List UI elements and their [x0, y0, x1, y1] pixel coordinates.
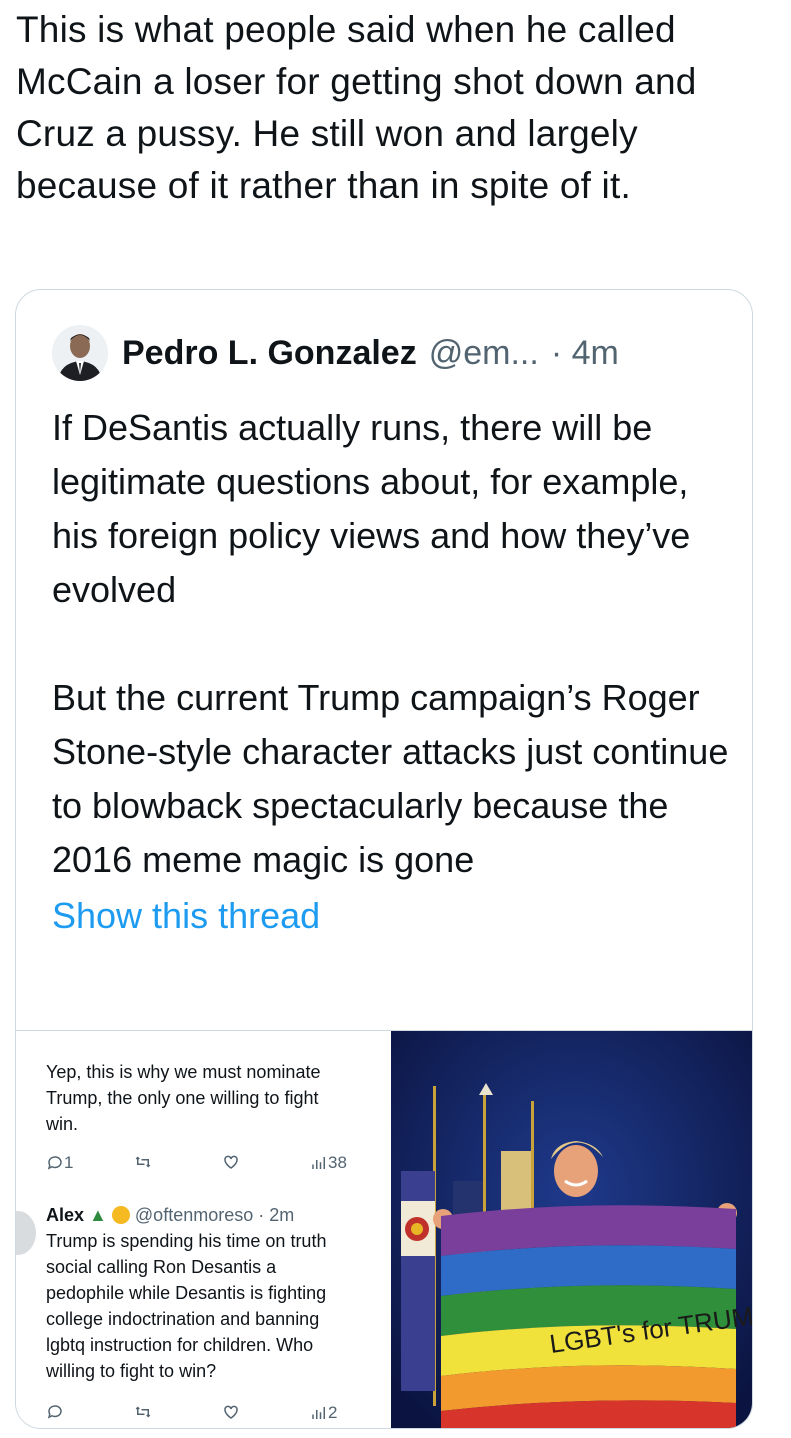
views-action: 38 [310, 1153, 347, 1173]
retweet-action [134, 1403, 152, 1421]
reply-action: 1 [46, 1153, 73, 1173]
reply-text-line: win. [46, 1114, 79, 1134]
media-screenshot[interactable]: Yep, this is why we must nominate Trump,… [16, 1031, 391, 1428]
tweet-text: This is what people said when he called … [16, 9, 697, 206]
like-action [222, 1403, 240, 1421]
quoted-author-name[interactable]: Pedro L. Gonzalez [122, 334, 417, 373]
reply-text-line: Trump is spending his time on truth [46, 1231, 327, 1251]
quoted-tweet-paragraph: If DeSantis actually runs, there will be… [52, 407, 691, 610]
reply-time: · 2m [258, 1205, 295, 1225]
heart-icon [224, 1405, 238, 1419]
views-count: 38 [328, 1153, 347, 1172]
quoted-tweet-card[interactable]: Pedro L. Gonzalez @em... · 4m If DeSanti… [15, 289, 753, 1429]
reply-text-line: willing to fight to win? [46, 1361, 217, 1381]
reply-text-line: pedophile while Desantis is fighting [46, 1283, 327, 1303]
retweet-action [134, 1153, 152, 1171]
media-photo[interactable]: LGBT's for TRUM [391, 1031, 752, 1428]
tree-emoji-icon: ▲ [89, 1205, 107, 1225]
reply-text-line: college indoctrination and banning [46, 1309, 320, 1329]
views-icon [312, 1157, 325, 1169]
views-count: 2 [328, 1403, 338, 1422]
quoted-tweet-body: If DeSantis actually runs, there will be… [52, 401, 732, 943]
retweet-icon [135, 1406, 151, 1418]
heart-icon [224, 1155, 238, 1169]
reply-author-handle: @oftenmoreso [134, 1205, 254, 1225]
quoted-tweet-time[interactable]: · 4m [551, 334, 619, 373]
quoted-author-handle[interactable]: @em... [429, 334, 539, 373]
retweet-icon [135, 1156, 151, 1168]
quoted-tweet-paragraph: But the current Trump campaign’s Roger S… [52, 677, 729, 880]
rally-photo: LGBT's for TRUM [391, 1031, 752, 1428]
reply-actions: 1 38 [46, 1153, 356, 1175]
smile-emoji-icon [111, 1206, 130, 1224]
views-action: 2 [310, 1403, 337, 1423]
reply-text-line: Trump, the only one willing to fight [46, 1088, 319, 1108]
avatar[interactable] [52, 325, 108, 381]
quoted-tweet-header: Pedro L. Gonzalez @em... · 4m [52, 324, 619, 382]
reply-action [46, 1403, 64, 1421]
reply-author-name: Alex [46, 1205, 85, 1225]
comment-icon [47, 1405, 62, 1419]
reply-text-line: lgbtq instruction for children. Who [46, 1335, 314, 1355]
comment-icon [47, 1156, 62, 1170]
show-thread-link[interactable]: Show this thread [52, 889, 732, 943]
reply-count: 1 [64, 1153, 74, 1172]
reply-header: Alex ▲ @oftenmoreso · 2m [46, 1202, 294, 1228]
like-action [222, 1153, 240, 1171]
reply-text-line: Yep, this is why we must nominate [46, 1062, 321, 1082]
reply-text-line: social calling Ron Desantis a [46, 1257, 277, 1277]
views-icon [312, 1407, 325, 1419]
reply-actions: 2 [46, 1403, 356, 1425]
reply-avatar [16, 1211, 36, 1255]
